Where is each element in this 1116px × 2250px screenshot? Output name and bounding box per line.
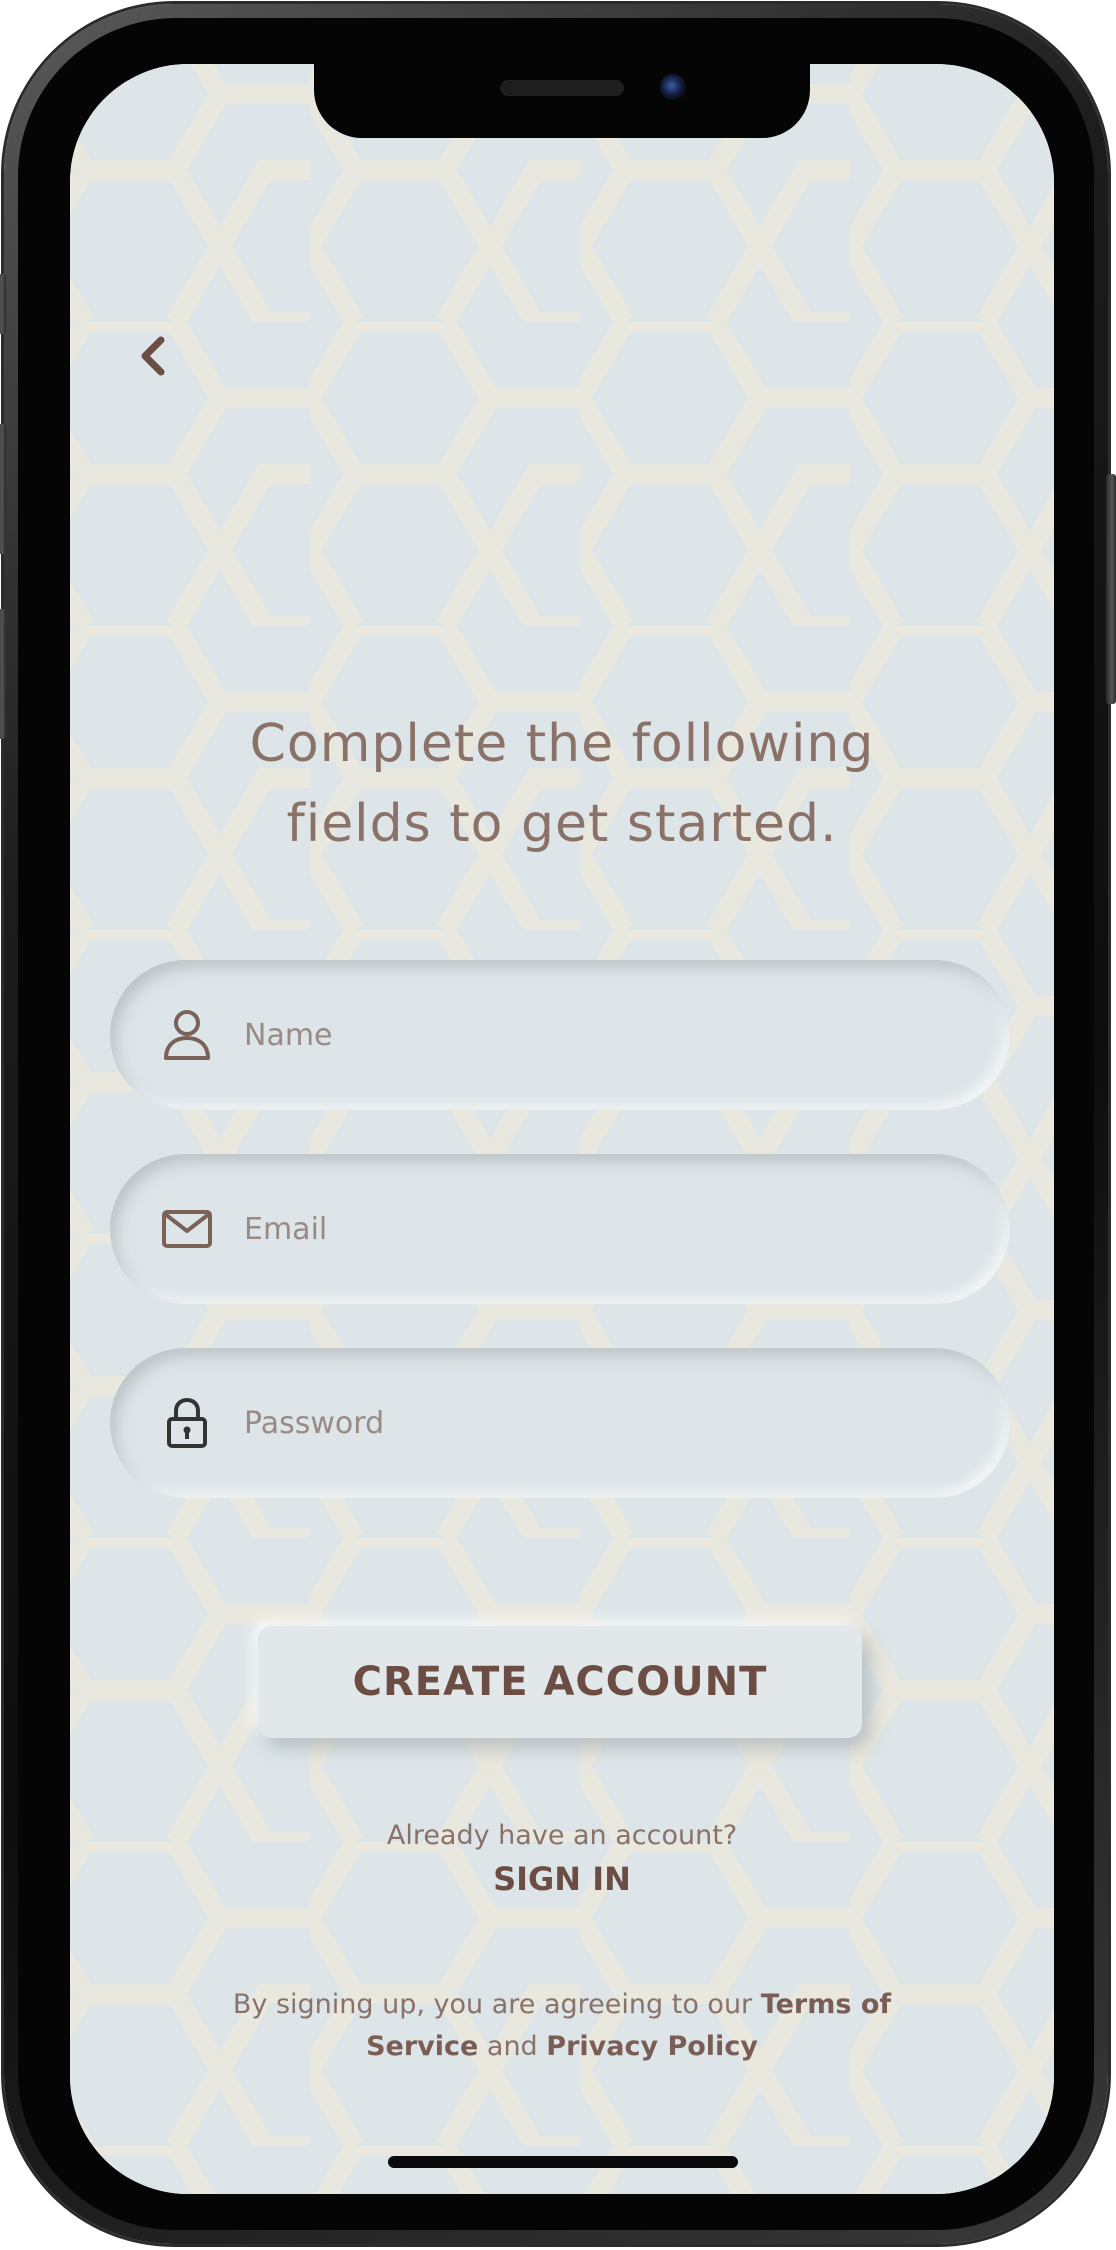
email-field[interactable]	[110, 1154, 1010, 1304]
title-line-1: Complete the following	[249, 714, 875, 774]
password-input[interactable]	[242, 1404, 946, 1442]
already-have-account-text: Already have an account?	[386, 1820, 738, 1851]
speaker-grille	[500, 80, 624, 96]
app-screen: Complete the following fields to get sta…	[70, 64, 1054, 2194]
volume-down-button	[0, 609, 6, 739]
mail-icon	[160, 1202, 214, 1256]
privacy-policy-link[interactable]: Privacy Policy	[546, 2031, 758, 2062]
title-line-2: fields to get started.	[286, 794, 838, 854]
front-camera	[660, 74, 686, 100]
create-account-button[interactable]: CREATE ACCOUNT	[258, 1626, 862, 1738]
back-button[interactable]	[122, 326, 182, 386]
sign-in-link[interactable]: SIGN IN	[462, 1860, 662, 1898]
mute-switch	[0, 274, 6, 334]
legal-notice: By signing up, you are agreeing to our T…	[190, 1984, 934, 2068]
email-input[interactable]	[242, 1210, 946, 1248]
lock-icon	[160, 1396, 214, 1450]
notch	[314, 64, 810, 138]
page-title: Complete the following fields to get sta…	[170, 704, 954, 864]
name-input[interactable]	[242, 1016, 946, 1054]
volume-up-button	[0, 424, 6, 554]
home-indicator[interactable]	[388, 2156, 738, 2168]
user-icon	[160, 1008, 214, 1062]
power-button	[1106, 474, 1116, 704]
chevron-left-icon	[141, 336, 165, 376]
name-field[interactable]	[110, 960, 1010, 1110]
password-field[interactable]	[110, 1348, 1010, 1498]
legal-conjunction: and	[478, 2031, 547, 2062]
legal-prefix: By signing up, you are agreeing to our	[232, 1989, 761, 2020]
